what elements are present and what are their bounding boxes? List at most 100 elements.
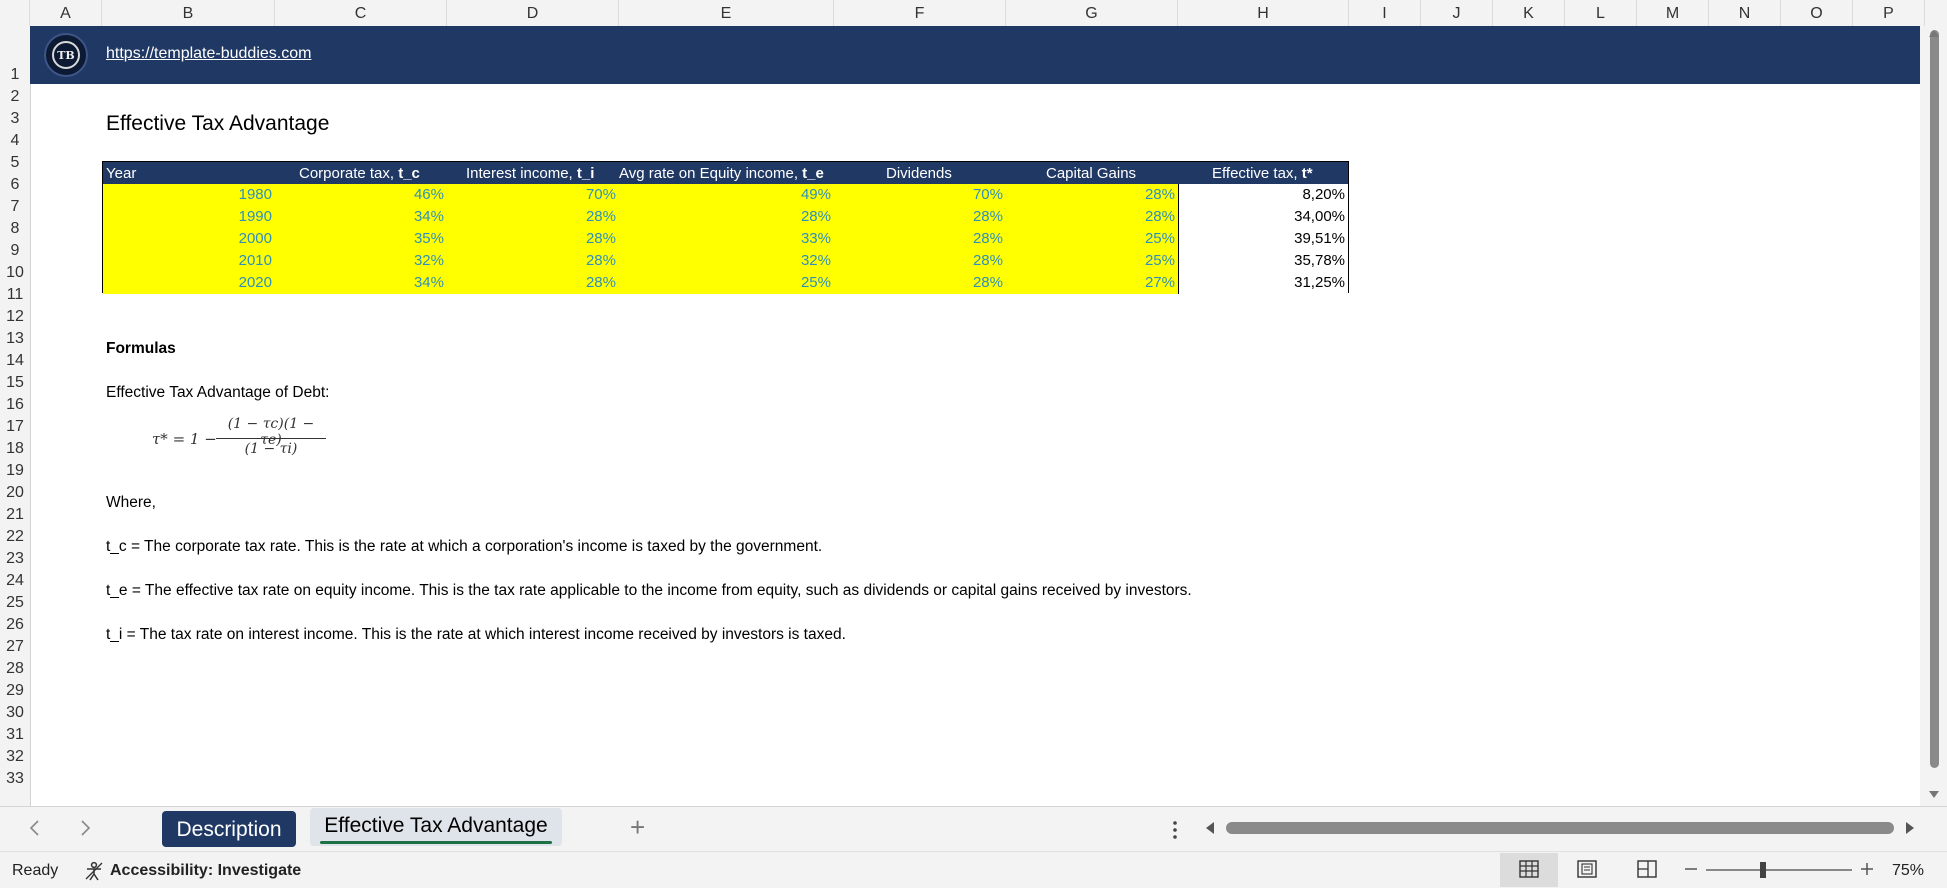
row-header[interactable]: 19: [0, 459, 30, 481]
row-header[interactable]: 22: [0, 525, 30, 547]
row-header[interactable]: 15: [0, 371, 30, 393]
row-header[interactable]: 32: [0, 745, 30, 767]
cell-equity-income[interactable]: 33%: [619, 228, 834, 250]
add-sheet-button[interactable]: +: [630, 812, 645, 843]
cell-corporate-tax[interactable]: 32%: [275, 250, 447, 272]
row-header[interactable]: 27: [0, 635, 30, 657]
row-header[interactable]: 10: [0, 261, 30, 283]
cell-year[interactable]: 2000: [103, 228, 275, 250]
cell-equity-income[interactable]: 25%: [619, 272, 834, 294]
cell-equity-income[interactable]: 49%: [619, 184, 834, 206]
row-header[interactable]: 5: [0, 151, 30, 173]
row-header[interactable]: 26: [0, 613, 30, 635]
col-header-c[interactable]: C: [275, 0, 447, 26]
col-header-n[interactable]: N: [1709, 0, 1781, 26]
cell-capital-gains[interactable]: 25%: [1006, 250, 1178, 272]
col-header-m[interactable]: M: [1637, 0, 1709, 26]
page-break-preview-icon[interactable]: [1637, 860, 1657, 878]
accessibility-status[interactable]: Accessibility: Investigate: [110, 862, 301, 880]
zoom-slider-track[interactable]: [1706, 869, 1852, 871]
hscroll-left-icon[interactable]: [1204, 821, 1216, 835]
col-header-k[interactable]: K: [1493, 0, 1565, 26]
row-header[interactable]: 8: [0, 217, 30, 239]
row-header[interactable]: 16: [0, 393, 30, 415]
tab-description[interactable]: Description: [162, 811, 296, 847]
zoom-out-icon[interactable]: [1684, 866, 1698, 872]
row-header[interactable]: 6: [0, 173, 30, 195]
row-header[interactable]: 3: [0, 107, 30, 129]
zoom-slider-handle[interactable]: [1760, 862, 1766, 878]
col-header-d[interactable]: D: [447, 0, 619, 26]
col-header-g[interactable]: G: [1006, 0, 1178, 26]
more-options-icon[interactable]: [1172, 820, 1178, 840]
header-capital-gains[interactable]: Capital Gains: [1046, 162, 1137, 184]
select-all-corner[interactable]: [0, 0, 30, 26]
scroll-down-icon[interactable]: [1928, 790, 1940, 800]
header-dividends[interactable]: Dividends: [886, 162, 952, 184]
cell-interest-income[interactable]: 28%: [447, 272, 619, 294]
row-header[interactable]: 20: [0, 481, 30, 503]
vertical-scroll-thumb[interactable]: [1930, 30, 1939, 768]
cell-dividends[interactable]: 28%: [834, 206, 1006, 228]
col-header-e[interactable]: E: [619, 0, 834, 26]
col-header-p[interactable]: P: [1853, 0, 1925, 26]
row-header[interactable]: 23: [0, 547, 30, 569]
cell-effective-tax[interactable]: 39,51%: [1178, 228, 1348, 250]
hscroll-right-icon[interactable]: [1904, 821, 1916, 835]
row-header[interactable]: 25: [0, 591, 30, 613]
col-header-b[interactable]: B: [102, 0, 275, 26]
col-header-j[interactable]: J: [1421, 0, 1493, 26]
row-header[interactable]: 11: [0, 283, 30, 305]
cell-dividends[interactable]: 28%: [834, 272, 1006, 294]
cell-corporate-tax[interactable]: 46%: [275, 184, 447, 206]
cell-capital-gains[interactable]: 28%: [1006, 206, 1178, 228]
cell-interest-income[interactable]: 28%: [447, 228, 619, 250]
cell-effective-tax[interactable]: 8,20%: [1178, 184, 1348, 206]
row-header[interactable]: 18: [0, 437, 30, 459]
row-header[interactable]: 14: [0, 349, 30, 371]
cell-capital-gains[interactable]: 27%: [1006, 272, 1178, 294]
cell-effective-tax[interactable]: 35,78%: [1178, 250, 1348, 272]
cell-corporate-tax[interactable]: 34%: [275, 206, 447, 228]
col-header-i[interactable]: I: [1349, 0, 1421, 26]
cell-equity-income[interactable]: 32%: [619, 250, 834, 272]
header-effective-tax[interactable]: Effective tax, t*: [1212, 162, 1313, 184]
cell-interest-income[interactable]: 28%: [447, 206, 619, 228]
row-header[interactable]: 33: [0, 767, 30, 789]
scroll-up-icon[interactable]: [1928, 28, 1940, 38]
zoom-in-icon[interactable]: [1860, 862, 1874, 876]
cell-year[interactable]: 2010: [103, 250, 275, 272]
col-header-l[interactable]: L: [1565, 0, 1637, 26]
cell-corporate-tax[interactable]: 34%: [275, 272, 447, 294]
horizontal-scroll-thumb[interactable]: [1226, 822, 1894, 834]
row-header[interactable]: 21: [0, 503, 30, 525]
row-header[interactable]: 13: [0, 327, 30, 349]
zoom-level[interactable]: 75%: [1892, 862, 1924, 880]
row-header[interactable]: 29: [0, 679, 30, 701]
cell-dividends[interactable]: 28%: [834, 228, 1006, 250]
col-header-o[interactable]: O: [1781, 0, 1853, 26]
header-year[interactable]: Year: [106, 162, 137, 184]
cell-interest-income[interactable]: 28%: [447, 250, 619, 272]
row-header[interactable]: 1: [0, 63, 30, 85]
accessibility-icon[interactable]: [84, 861, 104, 881]
cell-effective-tax[interactable]: 31,25%: [1178, 272, 1348, 294]
cell-interest-income[interactable]: 70%: [447, 184, 619, 206]
row-header[interactable]: 2: [0, 85, 30, 107]
header-corporate-tax[interactable]: Corporate tax, t_c: [299, 162, 420, 184]
website-link[interactable]: https://template-buddies.com: [106, 45, 311, 63]
cell-equity-income[interactable]: 28%: [619, 206, 834, 228]
tab-scroll-right-icon[interactable]: [78, 819, 92, 837]
cell-dividends[interactable]: 70%: [834, 184, 1006, 206]
row-header[interactable]: 31: [0, 723, 30, 745]
page-layout-icon[interactable]: [1577, 860, 1597, 878]
row-header[interactable]: 30: [0, 701, 30, 723]
row-header[interactable]: 4: [0, 129, 30, 151]
cell-dividends[interactable]: 28%: [834, 250, 1006, 272]
tab-scroll-left-icon[interactable]: [28, 819, 42, 837]
col-header-f[interactable]: F: [834, 0, 1006, 26]
row-header[interactable]: 28: [0, 657, 30, 679]
cell-year[interactable]: 2020: [103, 272, 275, 294]
header-interest-income[interactable]: Interest income, t_i: [466, 162, 595, 184]
cell-capital-gains[interactable]: 28%: [1006, 184, 1178, 206]
